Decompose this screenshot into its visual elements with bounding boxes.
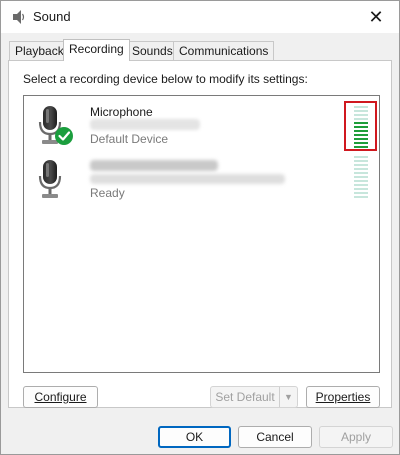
configure-label: Configure (34, 390, 87, 404)
window-title: Sound (33, 9, 71, 24)
device-status: Ready (90, 186, 125, 200)
device-list[interactable]: Microphone Default Device Ready (23, 95, 380, 373)
instruction-text: Select a recording device below to modif… (23, 72, 308, 86)
speaker-icon (13, 10, 25, 24)
level-meter (354, 156, 368, 200)
device-name: Microphone (90, 105, 153, 119)
apply-button[interactable]: Apply (319, 426, 393, 448)
configure-button[interactable]: Configure (23, 386, 98, 408)
meter-segment (354, 184, 368, 186)
recording-panel: Select a recording device below to modif… (8, 60, 392, 408)
device-row-microphone[interactable]: Microphone Default Device (24, 98, 379, 151)
chevron-down-icon[interactable]: ▼ (279, 387, 297, 407)
device-status: Default Device (90, 132, 169, 146)
level-meter-highlight (344, 101, 377, 151)
meter-segment (354, 164, 368, 166)
properties-button[interactable]: Properties (306, 386, 380, 408)
title-bar: Sound ✕ (1, 1, 399, 33)
tab-recording[interactable]: Recording (63, 39, 130, 61)
meter-segment (354, 172, 368, 174)
sound-dialog: Sound ✕ Playback Recording Sounds Commun… (0, 0, 400, 455)
set-default-button[interactable]: Set Default ▼ (210, 386, 298, 408)
meter-segment (354, 160, 368, 162)
microphone-icon (38, 106, 73, 145)
cancel-button[interactable]: Cancel (238, 426, 312, 448)
meter-segment (354, 180, 368, 182)
device-row-headset[interactable]: Ready (24, 152, 379, 204)
set-default-label: Set Default (215, 390, 275, 404)
ok-button[interactable]: OK (158, 426, 231, 448)
meter-segment (354, 196, 368, 198)
checkmark-icon (55, 127, 73, 145)
microphone-icon (38, 160, 62, 198)
close-button[interactable]: ✕ (353, 1, 399, 33)
tab-sounds[interactable]: Sounds (126, 41, 179, 60)
tab-communications[interactable]: Communications (173, 41, 275, 60)
device-description-redacted (90, 119, 200, 130)
meter-segment (354, 168, 368, 170)
meter-segment (354, 188, 368, 190)
device-description-redacted (90, 174, 285, 184)
properties-label: Properties (315, 390, 371, 404)
meter-segment (354, 192, 368, 194)
close-icon: ✕ (368, 6, 384, 27)
meter-segment (354, 176, 368, 178)
meter-segment (354, 156, 368, 158)
tab-playback[interactable]: Playback (9, 41, 70, 60)
device-name-redacted (90, 160, 218, 171)
